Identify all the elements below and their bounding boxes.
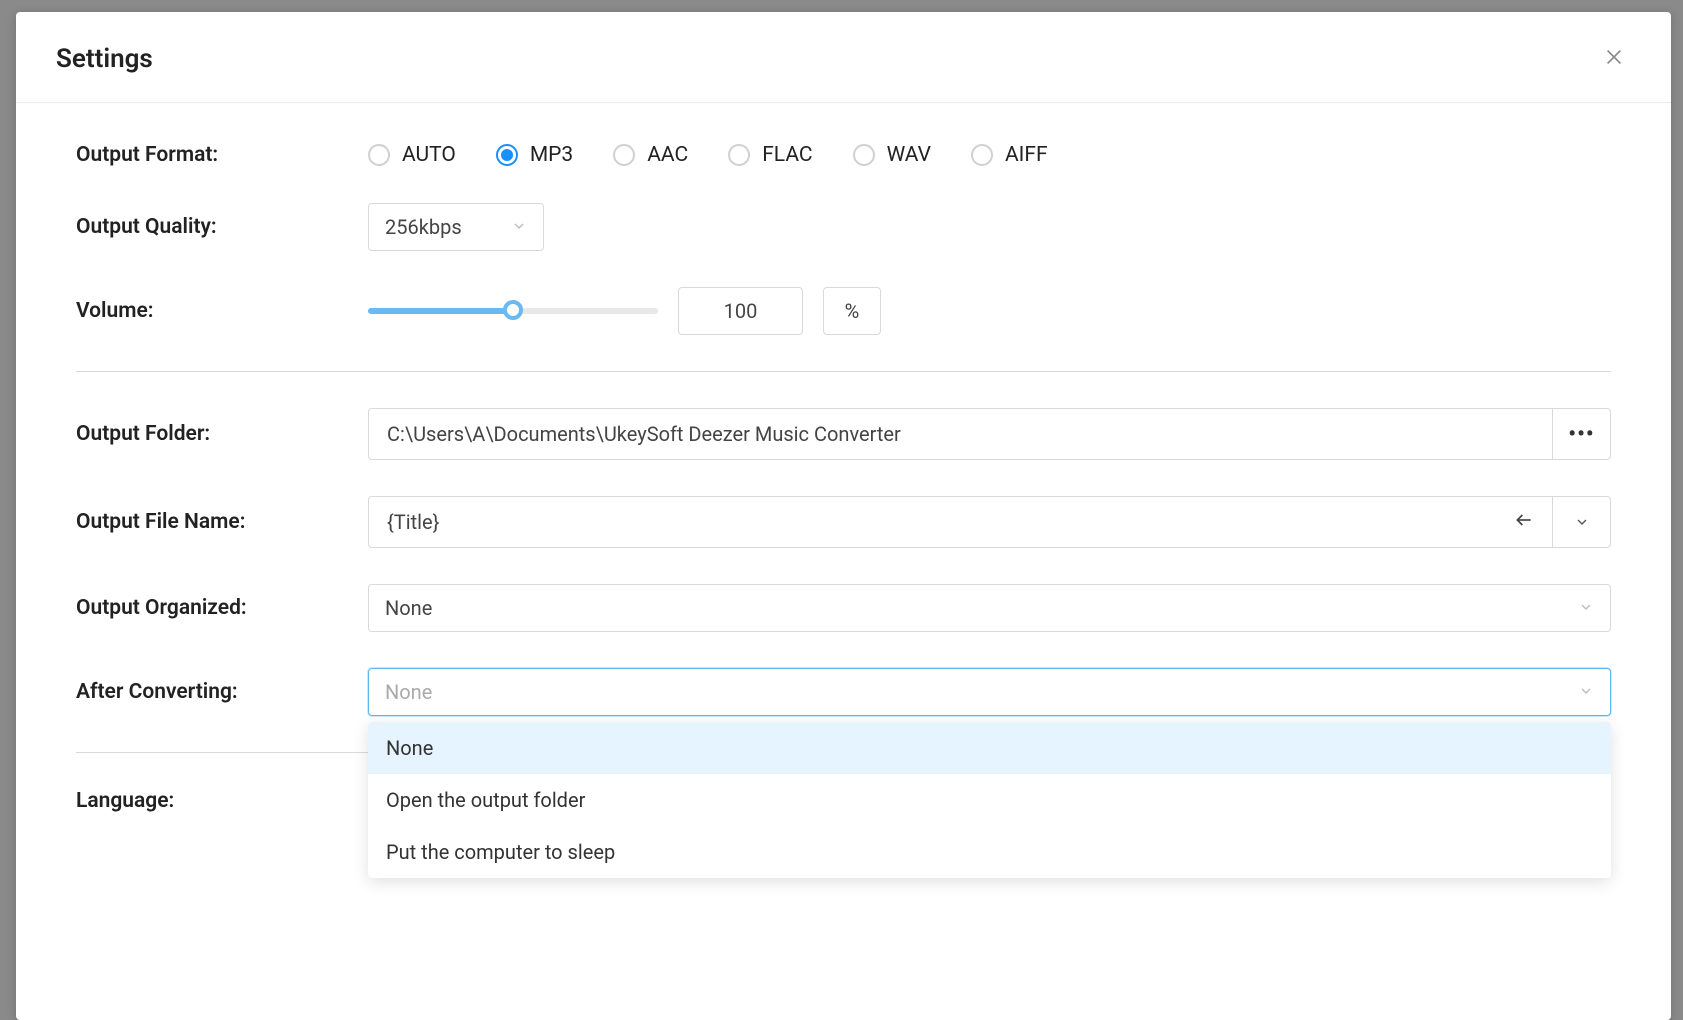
dots-icon: ••• — [1568, 422, 1594, 447]
select-value: None — [385, 680, 432, 704]
radio-aiff[interactable]: AIFF — [971, 143, 1048, 167]
label-output-folder: Output Folder: — [76, 422, 368, 446]
radio-label: AIFF — [1005, 143, 1048, 167]
radio-auto[interactable]: AUTO — [368, 143, 456, 167]
browse-folder-button[interactable]: ••• — [1553, 408, 1611, 460]
divider — [76, 371, 1611, 372]
volume-unit-box: % — [823, 287, 881, 335]
modal-title: Settings — [56, 44, 153, 74]
row-output-organized: Output Organized: None — [76, 584, 1611, 632]
radio-label: MP3 — [530, 143, 573, 167]
close-icon — [1603, 46, 1625, 68]
label-after-converting: After Converting: — [76, 680, 368, 704]
radio-aac[interactable]: AAC — [613, 143, 688, 167]
select-value: 256kbps — [385, 215, 462, 239]
radio-wav[interactable]: WAV — [853, 143, 931, 167]
select-value: None — [385, 596, 432, 620]
row-after-converting: After Converting: None None Open the out… — [76, 668, 1611, 716]
chevron-down-icon — [1574, 514, 1590, 530]
radio-circle-icon — [971, 144, 993, 166]
after-converting-dropdown: None Open the output folder Put the comp… — [368, 722, 1611, 878]
radio-label: WAV — [887, 143, 931, 167]
row-volume: Volume: 100 % — [76, 287, 1611, 335]
output-file-name-input[interactable]: {Title} — [368, 496, 1553, 548]
modal-header: Settings — [16, 12, 1671, 103]
output-file-name-value: {Title} — [387, 510, 439, 534]
radio-mp3[interactable]: MP3 — [496, 143, 573, 167]
dropdown-option-none[interactable]: None — [368, 722, 1611, 774]
label-output-format: Output Format: — [76, 143, 368, 167]
slider-thumb[interactable] — [503, 300, 523, 320]
radio-label: AAC — [647, 143, 688, 167]
close-button[interactable] — [1597, 40, 1631, 78]
radio-label: FLAC — [762, 143, 812, 167]
label-output-file-name: Output File Name: — [76, 510, 368, 534]
output-format-radio-group: AUTO MP3 AAC FLAC — [368, 143, 1048, 167]
slider-fill — [368, 308, 513, 314]
radio-dot-icon — [501, 149, 513, 161]
volume-unit: % — [845, 299, 860, 323]
dropdown-option-open-folder[interactable]: Open the output folder — [368, 774, 1611, 826]
radio-flac[interactable]: FLAC — [728, 143, 812, 167]
dropdown-option-sleep[interactable]: Put the computer to sleep — [368, 826, 1611, 878]
settings-modal: Settings Output Format: AUTO MP3 — [16, 12, 1671, 1020]
file-name-dropdown-button[interactable] — [1553, 496, 1611, 548]
after-converting-select[interactable]: None — [368, 668, 1611, 716]
volume-value: 100 — [724, 299, 758, 323]
label-output-organized: Output Organized: — [76, 596, 368, 620]
output-folder-input[interactable]: C:\Users\A\Documents\UkeySoft Deezer Mus… — [368, 408, 1553, 460]
radio-circle-icon — [496, 144, 518, 166]
radio-label: AUTO — [402, 143, 456, 167]
output-quality-select[interactable]: 256kbps — [368, 203, 544, 251]
label-volume: Volume: — [76, 299, 368, 323]
chevron-down-icon — [1578, 596, 1594, 620]
chevron-down-icon — [1578, 680, 1594, 704]
chevron-down-icon — [511, 215, 527, 239]
row-output-format: Output Format: AUTO MP3 AAC — [76, 143, 1611, 167]
radio-circle-icon — [728, 144, 750, 166]
volume-slider[interactable] — [368, 306, 658, 316]
row-output-quality: Output Quality: 256kbps — [76, 203, 1611, 251]
radio-circle-icon — [368, 144, 390, 166]
volume-value-input[interactable]: 100 — [678, 287, 803, 335]
label-language: Language: — [76, 789, 368, 813]
arrow-left-icon — [1514, 510, 1534, 535]
modal-body: Output Format: AUTO MP3 AAC — [16, 103, 1671, 1020]
row-output-file-name: Output File Name: {Title} — [76, 496, 1611, 548]
radio-circle-icon — [853, 144, 875, 166]
output-folder-value: C:\Users\A\Documents\UkeySoft Deezer Mus… — [387, 422, 901, 446]
label-output-quality: Output Quality: — [76, 215, 368, 239]
output-organized-select[interactable]: None — [368, 584, 1611, 632]
row-output-folder: Output Folder: C:\Users\A\Documents\Ukey… — [76, 408, 1611, 460]
radio-circle-icon — [613, 144, 635, 166]
